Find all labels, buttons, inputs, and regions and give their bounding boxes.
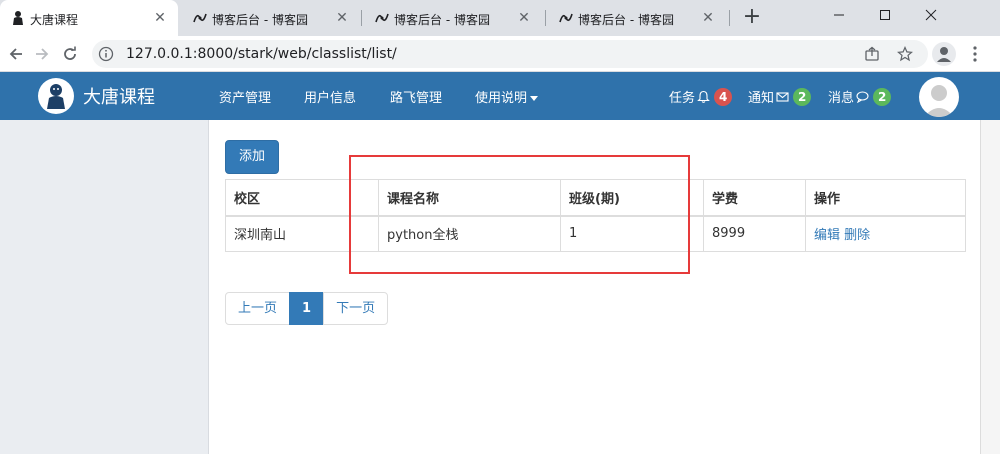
- right-panel-edge: [980, 120, 1000, 454]
- arrow-left-icon: [9, 48, 22, 60]
- browser-menu-button[interactable]: [965, 44, 985, 64]
- browser-tab[interactable]: 博客后台 - 博客园 ✕: [182, 0, 360, 36]
- pagination-next[interactable]: 下一页: [323, 292, 389, 325]
- window-close-button[interactable]: [908, 0, 954, 30]
- reload-icon: [64, 46, 76, 60]
- red-highlight-box: [349, 155, 690, 274]
- cell-actions: 编辑 删除: [805, 215, 966, 252]
- share-icon[interactable]: [864, 46, 880, 62]
- pagination-prev[interactable]: 上一页: [225, 292, 291, 325]
- tab-title: 博客后台 - 博客园: [394, 13, 490, 27]
- cnblogs-favicon-icon: [192, 10, 208, 26]
- address-bar[interactable]: 127.0.0.1:8000/stark/web/classlist/list/: [92, 40, 928, 68]
- bell-icon: [697, 90, 710, 103]
- site-navbar: 大唐课程 资产管理 用户信息 路飞管理 使用说明 任务 4 通知 2 消息 2: [0, 72, 1000, 120]
- menu-item-luffy[interactable]: 路飞管理: [390, 87, 442, 106]
- profile-avatar[interactable]: [932, 42, 956, 66]
- comment-icon: [856, 91, 869, 103]
- messages-notification[interactable]: 消息 2: [828, 87, 892, 106]
- web-page: 大唐课程 资产管理 用户信息 路飞管理 使用说明 任务 4 通知 2 消息 2 …: [0, 72, 1000, 454]
- brand-name: 大唐课程: [83, 87, 155, 108]
- menu-item-users[interactable]: 用户信息: [304, 87, 356, 106]
- browser-tab-active[interactable]: 大唐课程 ✕: [0, 0, 178, 36]
- person-logo-icon: [38, 78, 74, 114]
- site-brand[interactable]: 大唐课程: [38, 78, 155, 114]
- user-silhouette-icon: [924, 85, 954, 117]
- tab-title: 博客后台 - 博客园: [212, 13, 308, 27]
- notices-label: 通知: [748, 91, 775, 106]
- cell-price: 8999: [703, 215, 806, 252]
- forward-button[interactable]: [30, 42, 54, 66]
- tab-close-icon[interactable]: ✕: [516, 10, 532, 26]
- person-icon: [937, 47, 951, 62]
- person-favicon-icon: [10, 10, 26, 26]
- caret-down-icon: [530, 96, 539, 101]
- notices-notification[interactable]: 通知 2: [748, 87, 812, 106]
- menu-item-help-label: 使用说明: [475, 91, 528, 106]
- browser-tab[interactable]: 博客后台 - 博客园 ✕: [364, 0, 542, 36]
- menu-item-assets[interactable]: 资产管理: [219, 87, 271, 106]
- maximize-icon: [880, 10, 890, 20]
- window-maximize-button[interactable]: [862, 0, 908, 30]
- cnblogs-favicon-icon: [374, 10, 390, 26]
- messages-count-badge: 2: [873, 87, 892, 106]
- more-vertical-icon: [973, 46, 977, 62]
- close-icon: [925, 9, 937, 21]
- user-avatar[interactable]: [919, 77, 959, 117]
- address-url[interactable]: 127.0.0.1:8000/stark/web/classlist/list/: [126, 46, 397, 62]
- column-header-actions: 操作: [805, 179, 966, 217]
- edit-link[interactable]: 编辑: [814, 228, 840, 243]
- browser-toolbar: 127.0.0.1:8000/stark/web/classlist/list/: [0, 36, 1000, 72]
- notices-count-badge: 2: [793, 87, 812, 106]
- tab-separator: [729, 10, 730, 26]
- column-header-price: 学费: [703, 179, 806, 217]
- sidebar: [0, 120, 209, 454]
- envelope-icon: [776, 92, 789, 102]
- cnblogs-favicon-icon: [558, 10, 574, 26]
- delete-link[interactable]: 删除: [844, 228, 870, 243]
- reload-button[interactable]: [58, 42, 82, 66]
- tasks-notification[interactable]: 任务 4: [669, 87, 733, 106]
- tab-separator: [545, 10, 546, 26]
- arrow-right-icon: [36, 48, 49, 60]
- tab-close-icon[interactable]: ✕: [152, 10, 168, 26]
- tab-title: 博客后台 - 博客园: [578, 13, 674, 27]
- window-minimize-button[interactable]: [816, 0, 862, 30]
- browser-tabstrip: 大唐课程 ✕ 博客后台 - 博客园 ✕ 博客后台 - 博客园 ✕ 博客后台 - …: [0, 0, 1000, 36]
- bookmark-star-icon[interactable]: [897, 45, 913, 62]
- tab-close-icon[interactable]: ✕: [334, 10, 350, 26]
- minimize-icon: [834, 14, 844, 16]
- tab-separator: [361, 10, 362, 26]
- new-tab-button[interactable]: +: [741, 6, 763, 29]
- tasks-count-badge: 4: [714, 87, 733, 106]
- tab-title: 大唐课程: [30, 13, 79, 27]
- tab-close-icon[interactable]: ✕: [700, 10, 716, 26]
- main-content: 添加 校区 课程名称 班级(期) 学费 操作 深圳南山 python全栈 1 8…: [210, 120, 980, 454]
- back-button[interactable]: [4, 42, 28, 66]
- tasks-label: 任务: [669, 91, 696, 106]
- menu-item-help[interactable]: 使用说明: [475, 87, 539, 106]
- messages-label: 消息: [828, 91, 855, 106]
- add-button[interactable]: 添加: [225, 140, 279, 174]
- browser-tab[interactable]: 博客后台 - 博客园 ✕: [548, 0, 726, 36]
- info-icon[interactable]: [98, 46, 114, 62]
- pagination: 上一页 1 下一页: [225, 292, 389, 325]
- pagination-current-page[interactable]: 1: [289, 292, 325, 325]
